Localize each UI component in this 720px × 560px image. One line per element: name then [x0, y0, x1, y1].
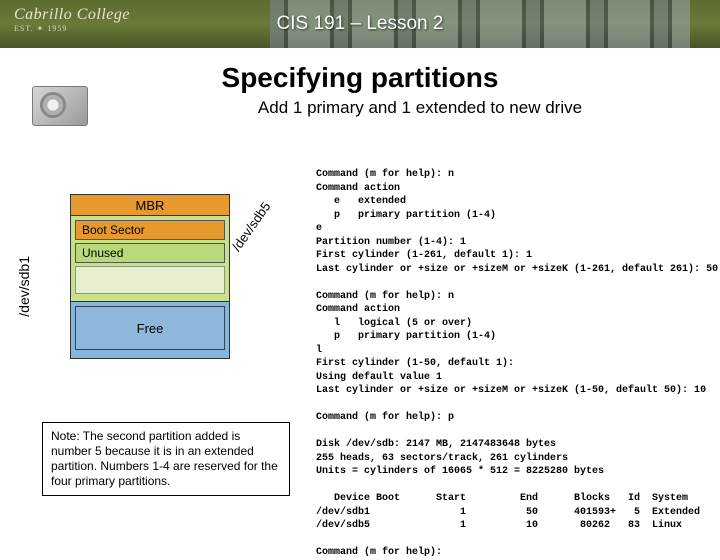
page-subtitle: Add 1 primary and 1 extended to new driv… [0, 98, 720, 118]
blank-row [75, 266, 225, 294]
mbr-block: MBR [70, 194, 230, 216]
terminal-output: Command (m for help): n Command action e… [316, 168, 708, 560]
banner: Cabrillo College EST. ✦ 1959 CIS 191 – L… [0, 0, 720, 48]
unused-row: Unused [75, 243, 225, 263]
extended-partition: Free [70, 302, 230, 359]
note-box: Note: The second partition added is numb… [42, 422, 290, 496]
primary-partition: Boot Sector Unused [70, 216, 230, 302]
page-title: Specifying partitions [0, 62, 720, 94]
disk-diagram: /dev/sdb1 MBR Boot Sector Unused Free /d… [20, 194, 300, 404]
course-title: CIS 191 – Lesson 2 [0, 0, 720, 48]
free-block: Free [75, 306, 225, 350]
hard-drive-icon [32, 86, 88, 126]
device-label: /dev/sdb1 [16, 256, 32, 317]
sdb5-label: /dev/sdb5 [229, 199, 274, 254]
boot-sector-row: Boot Sector [75, 220, 225, 240]
